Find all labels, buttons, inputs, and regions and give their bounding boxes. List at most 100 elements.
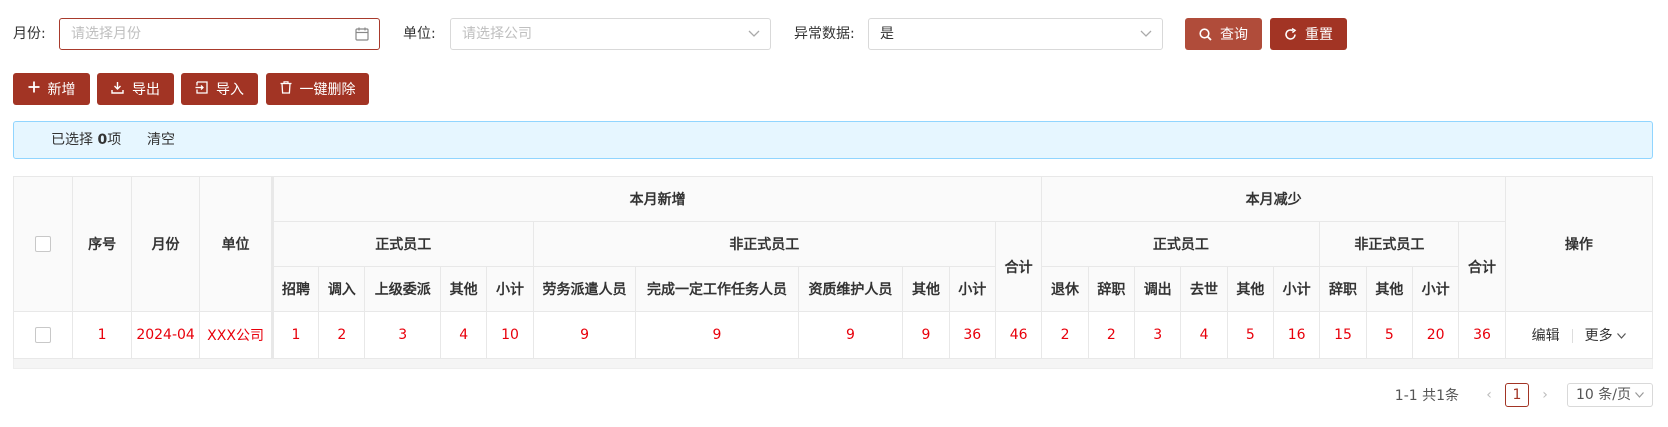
import-icon xyxy=(195,80,208,98)
prev-page-icon[interactable]: ‹ xyxy=(1477,387,1501,403)
select-all-checkbox[interactable] xyxy=(35,236,52,252)
unit-label: 单位: xyxy=(403,26,436,42)
export-label: 导出 xyxy=(132,82,160,98)
search-icon xyxy=(1199,27,1212,41)
reset-button[interactable]: 重置 xyxy=(1270,18,1347,50)
cell-value: 4 xyxy=(1180,311,1228,359)
col-header: 资质维护人员 xyxy=(797,266,904,312)
cell-month: 2024-04 xyxy=(130,311,201,359)
more-label: 更多 xyxy=(1584,328,1613,344)
plus-icon xyxy=(28,81,40,97)
cell-value: 5 xyxy=(1365,311,1414,359)
col-header: 辞职 xyxy=(1319,266,1367,312)
delete-all-label: 一键删除 xyxy=(299,82,356,98)
next-page-icon[interactable]: › xyxy=(1533,387,1557,403)
col-header: 小计 xyxy=(1411,266,1460,312)
edit-link[interactable]: 编辑 xyxy=(1532,328,1560,344)
col-group-decrease: 本月减少 xyxy=(1041,176,1506,222)
data-table: 序号 月份 单位 本月新增 本月减少 操作 正式员工 非正式员工 合计 正式员工… xyxy=(12,176,1654,369)
trash-icon xyxy=(280,80,292,98)
cell-value: 9 xyxy=(797,311,904,359)
abnormal-value: 是 xyxy=(880,26,894,42)
cell-value: 2 xyxy=(1041,311,1089,359)
chevron-down-icon xyxy=(1635,392,1644,398)
cell-value: 2 xyxy=(318,311,366,359)
table-row[interactable]: 1 2024-04 XXX公司 1 2 3 4 10 9 9 9 9 36 46… xyxy=(12,311,1654,359)
cell-value: 20 xyxy=(1411,311,1460,359)
query-button[interactable]: 查询 xyxy=(1185,18,1262,50)
col-inc-total: 合计 xyxy=(994,221,1043,312)
cell-value: 9 xyxy=(635,311,799,359)
col-header: 退休 xyxy=(1041,266,1089,312)
delete-all-button[interactable]: 一键删除 xyxy=(266,73,369,105)
month-picker[interactable]: 请选择月份 xyxy=(59,18,380,50)
reload-icon xyxy=(1284,27,1297,41)
cell-value: 4 xyxy=(440,311,488,359)
action-divider xyxy=(1571,329,1573,343)
add-button[interactable]: 新增 xyxy=(13,73,90,105)
cell-value: 9 xyxy=(532,311,637,359)
col-month: 月份 xyxy=(130,176,201,312)
col-header: 劳务派遣人员 xyxy=(532,266,637,312)
cell-value: 1 xyxy=(270,311,320,359)
col-header: 其他 xyxy=(1226,266,1275,312)
col-header: 调出 xyxy=(1134,266,1182,312)
calendar-icon xyxy=(355,19,369,49)
download-icon xyxy=(111,81,124,98)
col-header: 小计 xyxy=(486,266,534,312)
page-size-select[interactable]: 10 条/页 xyxy=(1567,383,1653,407)
selection-alert: 已选择 0项 清空 xyxy=(13,121,1653,159)
chevron-down-icon xyxy=(1140,19,1152,49)
page-size-value: 10 条/页 xyxy=(1576,387,1631,403)
page-item-current[interactable]: 1 xyxy=(1505,383,1530,407)
cell-value: 2 xyxy=(1087,311,1136,359)
row-checkbox[interactable] xyxy=(35,327,52,343)
month-label: 月份: xyxy=(13,26,46,42)
pagination-total: 1-1 共1条 xyxy=(1394,388,1460,404)
col-header: 小计 xyxy=(1273,266,1321,312)
col-dec-total: 合计 xyxy=(1458,221,1506,312)
col-unit: 单位 xyxy=(199,176,273,312)
cell-value: 16 xyxy=(1273,311,1321,359)
add-label: 新增 xyxy=(47,82,76,98)
abnormal-label: 异常数据: xyxy=(794,26,855,42)
cell-dec-total: 36 xyxy=(1458,311,1506,359)
query-label: 查询 xyxy=(1220,27,1248,43)
col-header: 小计 xyxy=(948,266,996,312)
cell-inc-total: 46 xyxy=(994,311,1043,359)
unit-select[interactable]: 请选择公司 xyxy=(450,18,771,50)
clear-selection-link[interactable]: 清空 xyxy=(147,122,175,158)
cell-value: 10 xyxy=(486,311,534,359)
cell-value: 15 xyxy=(1319,311,1367,359)
col-inc-regular: 正式员工 xyxy=(270,221,534,267)
col-index: 序号 xyxy=(72,176,132,312)
search-form: 月份: 请选择月份 单位: 请选择公司 异常数据: 是 查询 重置 xyxy=(13,18,1653,50)
export-button[interactable]: 导出 xyxy=(97,73,174,105)
row-select-cell xyxy=(12,311,74,359)
cell-value: 9 xyxy=(902,311,950,359)
chevron-down-icon xyxy=(1617,328,1627,344)
col-header: 上级委派 xyxy=(364,266,442,312)
col-header: 完成一定工作任务人员 xyxy=(635,266,799,312)
col-header: 调入 xyxy=(318,266,366,312)
cell-value: 3 xyxy=(364,311,442,359)
abnormal-select[interactable]: 是 xyxy=(868,18,1163,50)
reset-label: 重置 xyxy=(1305,27,1333,43)
col-group-increase: 本月新增 xyxy=(270,176,1043,222)
cell-unit: XXX公司 xyxy=(199,311,273,359)
cell-value: 36 xyxy=(948,311,996,359)
col-header: 招聘 xyxy=(270,266,320,312)
col-dec-regular: 正式员工 xyxy=(1041,221,1321,267)
pagination: 1-1 共1条 ‹ 1 › 10 条/页 xyxy=(1395,383,1653,407)
import-label: 导入 xyxy=(216,82,244,98)
col-header: 去世 xyxy=(1180,266,1228,312)
col-action: 操作 xyxy=(1504,176,1654,312)
import-button[interactable]: 导入 xyxy=(181,73,258,105)
col-header: 其他 xyxy=(902,266,950,312)
more-dropdown[interactable]: 更多 xyxy=(1584,328,1627,344)
unit-placeholder: 请选择公司 xyxy=(462,26,532,42)
month-placeholder: 请选择月份 xyxy=(71,26,141,42)
col-dec-nonregular: 非正式员工 xyxy=(1319,221,1460,267)
selected-count: 0 xyxy=(97,132,108,148)
col-header: 其他 xyxy=(1365,266,1414,312)
